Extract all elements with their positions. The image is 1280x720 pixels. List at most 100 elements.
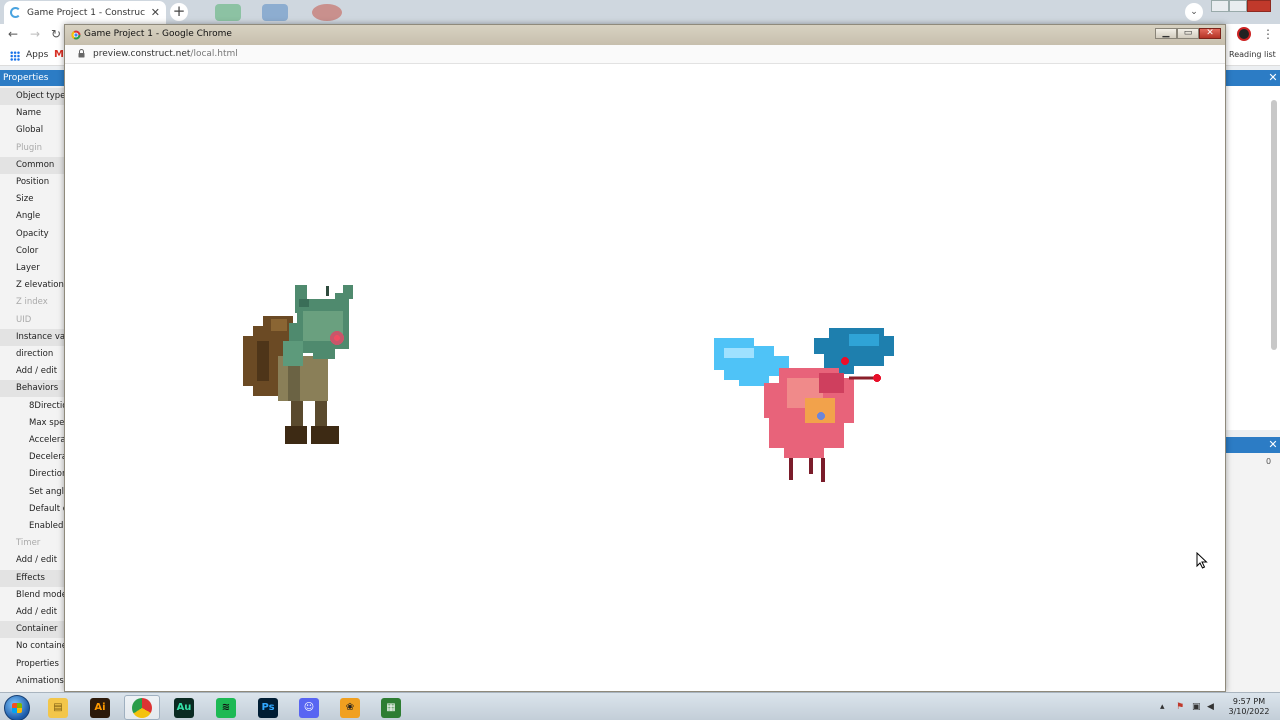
property-row[interactable]: Color [0, 243, 66, 260]
profile-avatar[interactable] [1237, 27, 1251, 41]
right-panel-scrollbar[interactable] [1271, 100, 1277, 350]
property-row[interactable]: Common [0, 156, 66, 174]
property-row[interactable]: Animations [0, 673, 66, 690]
property-row[interactable]: Set angle [0, 484, 66, 501]
taskbar-chrome-button[interactable] [124, 695, 160, 720]
taskbar-photoshop-button[interactable]: Ps [250, 695, 286, 720]
gmail-icon[interactable]: M [54, 49, 64, 60]
background-tab[interactable]: Game Project 1 - Construct 3 ✕ [4, 1, 166, 24]
photoshop-icon: Ps [258, 697, 278, 718]
game-canvas[interactable] [69, 65, 1221, 689]
fl-studio-icon: ❀ [340, 697, 360, 718]
property-row[interactable]: Angle [0, 208, 66, 225]
right-panel-2 [1222, 453, 1280, 693]
illustrator-icon: Ai [90, 697, 110, 718]
tray-volume-icon[interactable]: ◀ [1207, 702, 1214, 712]
property-row[interactable]: No container [0, 638, 66, 655]
property-row[interactable]: UID [0, 312, 66, 329]
property-row[interactable]: 8Direction [0, 398, 66, 415]
property-row[interactable]: Add / edit [0, 552, 66, 569]
bg-maximize-icon[interactable] [1229, 0, 1247, 12]
property-row[interactable]: Enabled [0, 518, 66, 535]
reload-icon[interactable]: ↻ [51, 27, 61, 41]
property-row[interactable]: Z index [0, 294, 66, 311]
property-row[interactable]: Name [0, 105, 66, 122]
preview-window-titlebar[interactable]: Game Project 1 - Google Chrome ▁ ▭ ✕ [65, 25, 1225, 45]
property-row[interactable]: Object type p [0, 88, 66, 105]
property-row[interactable]: Directions [0, 466, 66, 483]
tray-flag-icon[interactable]: ⚑ [1176, 702, 1184, 712]
taskbar-discord-button[interactable]: ☺ [291, 695, 327, 720]
tab-close-icon[interactable]: ✕ [151, 6, 160, 19]
url-host: preview.construct.net [93, 49, 191, 59]
property-row[interactable]: Timer [0, 535, 66, 552]
reading-list-button[interactable]: Reading list [1229, 50, 1276, 59]
property-row[interactable]: Add / edit [0, 363, 66, 380]
property-row[interactable]: Position [0, 174, 66, 191]
property-row[interactable]: Size [0, 191, 66, 208]
background-tab-title: Game Project 1 - Construct 3 [27, 7, 145, 18]
properties-panel: Object type pNameGlobalPluginCommonPosit… [0, 86, 66, 700]
close-button[interactable]: ✕ [1199, 28, 1221, 39]
property-row[interactable]: Deceleratio [0, 449, 66, 466]
taskbar-grid-app-button[interactable]: ▦ [373, 695, 409, 720]
taskbar-audition-button[interactable]: Au [166, 695, 202, 720]
taskbar-illustrator-button[interactable]: Ai [82, 695, 118, 720]
property-row[interactable]: Plugin [0, 140, 66, 157]
taskbar-fl-studio-button[interactable]: ❀ [332, 695, 368, 720]
property-row[interactable]: Global [0, 122, 66, 139]
lock-icon [78, 49, 85, 58]
audition-icon: Au [174, 697, 194, 718]
address-bar[interactable]: preview.construct.net/local.html [65, 45, 1225, 64]
bee-sprite [714, 328, 894, 482]
taskbar-file-explorer-button[interactable]: ▤ [40, 695, 76, 720]
background-tab-strip: Game Project 1 - Construct 3 ✕ + ⌄ [0, 0, 1280, 24]
clock-time: 9:57 PM [1232, 697, 1266, 706]
property-row[interactable]: Opacity [0, 226, 66, 243]
clock-date: 3/10/2022 [1228, 707, 1270, 716]
browser-menu-icon[interactable]: ⋮ [1262, 27, 1274, 41]
property-row[interactable]: Add / edit [0, 604, 66, 621]
new-tab-button[interactable]: + [170, 3, 188, 21]
tab-favicon-icon[interactable] [215, 4, 241, 21]
bg-close-icon[interactable] [1247, 0, 1271, 12]
apps-grid-icon[interactable] [10, 51, 20, 61]
tab-favicon-icon[interactable] [312, 4, 342, 21]
property-row[interactable]: direction [0, 346, 66, 363]
preview-window: Game Project 1 - Google Chrome ▁ ▭ ✕ pre… [64, 24, 1226, 692]
properties-panel-header: Properties [0, 70, 66, 86]
property-row[interactable]: Properties [0, 656, 66, 673]
property-row[interactable]: Default co [0, 501, 66, 518]
property-row[interactable]: Layer [0, 260, 66, 277]
tab-search-dropdown-icon[interactable]: ⌄ [1185, 3, 1203, 21]
minimize-button[interactable]: ▁ [1155, 28, 1177, 39]
taskbar-spotify-button[interactable]: ≋ [208, 695, 244, 720]
property-row[interactable]: Instance vari [0, 328, 66, 346]
goblin-sprite [243, 285, 353, 444]
chrome-icon [71, 30, 81, 40]
apps-bookmark[interactable]: Apps [26, 50, 48, 60]
right-panel-value: 0 [1266, 457, 1272, 466]
property-row[interactable]: Effects [0, 569, 66, 587]
property-row[interactable]: Max speed [0, 415, 66, 432]
property-row[interactable]: Behaviors [0, 380, 66, 398]
forward-arrow-icon[interactable]: → [30, 27, 40, 41]
close-icon[interactable]: ✕ [1266, 70, 1280, 86]
property-row[interactable]: Acceleratio [0, 432, 66, 449]
spotify-icon: ≋ [216, 697, 236, 718]
property-row[interactable]: Z elevation [0, 277, 66, 294]
tab-favicon-icon[interactable] [262, 4, 288, 21]
maximize-button[interactable]: ▭ [1177, 28, 1199, 39]
close-icon[interactable]: ✕ [1266, 437, 1280, 453]
tray-expand-icon[interactable]: ▴ [1160, 702, 1165, 712]
bg-minimize-icon[interactable] [1211, 0, 1229, 12]
url-path: /local.html [190, 49, 238, 59]
tray-clock[interactable]: 9:57 PM 3/10/2022 [1222, 697, 1276, 717]
preview-window-title: Game Project 1 - Google Chrome [84, 29, 232, 39]
back-arrow-icon[interactable]: ← [8, 27, 18, 41]
property-row[interactable]: Container [0, 621, 66, 639]
property-row[interactable]: Blend mode [0, 587, 66, 604]
start-button[interactable] [4, 695, 30, 720]
tray-network-icon[interactable]: ▣ [1192, 702, 1201, 712]
url-text: preview.construct.net/local.html [93, 49, 238, 59]
